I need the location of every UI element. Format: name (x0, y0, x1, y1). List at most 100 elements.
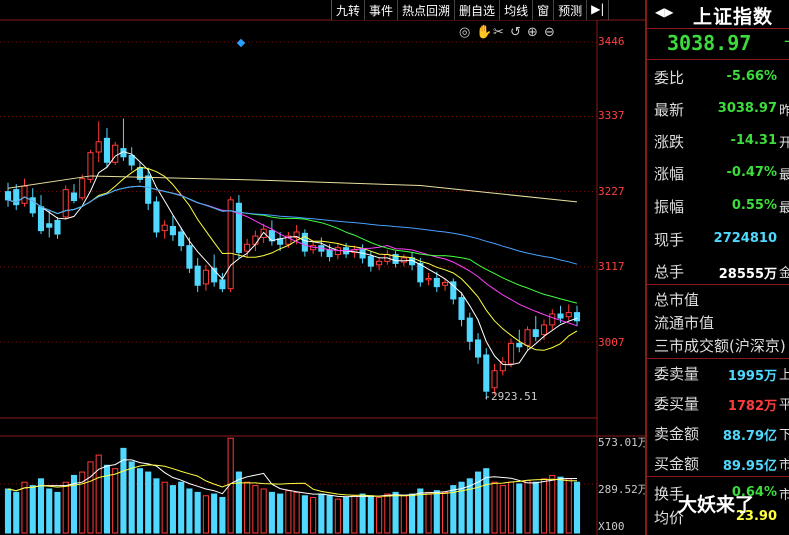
quote-cut-label: 上 (779, 368, 789, 383)
candle-body (95, 141, 102, 153)
volume-bar (573, 481, 581, 534)
quote-cut-label: 昨 (779, 104, 789, 119)
low-price-annotation: 2923.51 (491, 390, 538, 403)
candle-body (194, 265, 201, 286)
quote-label: 委买量 (654, 395, 700, 413)
candle-body (219, 279, 226, 290)
candle-body (145, 175, 152, 204)
section-divider (647, 476, 789, 477)
quote-cut-label: 最 (779, 168, 789, 183)
truncated-change: - (784, 31, 789, 50)
ma10-line (7, 166, 578, 351)
volume-bar (252, 485, 259, 534)
volume-bar (62, 481, 69, 534)
quote-row: 买金额 89.95亿市 (647, 452, 789, 474)
quote-value: -5.66% (726, 69, 778, 84)
volume-bar (285, 490, 292, 534)
volume-bar (128, 461, 135, 534)
candle-body (442, 282, 449, 286)
volume-bar (186, 488, 193, 534)
candle-body (540, 324, 548, 335)
candle-body (466, 317, 473, 342)
ma60-line (7, 185, 578, 265)
volume-bar (211, 493, 218, 534)
quote-row: 委卖量 1995万上 (647, 362, 789, 384)
quote-header: ◀▶ 上证指数 (647, 0, 789, 29)
quote-row: 委买量 1782万平 (647, 392, 789, 414)
quote-label: 总手 (654, 263, 685, 281)
candle-body (507, 342, 515, 365)
toolbar-moving-average[interactable]: 均线 (500, 0, 534, 20)
price-tick: 3007 (598, 336, 625, 349)
volume-bar (112, 468, 119, 534)
candle-body (326, 249, 333, 258)
volume-bar (87, 461, 94, 534)
zoom-in-icon: ⊕ (527, 25, 538, 40)
toolbar-events[interactable]: 事件 (365, 0, 399, 20)
quote-value: 88.79亿 (722, 429, 777, 444)
candle-body (161, 224, 168, 232)
volume-bar (169, 485, 176, 534)
quote-label: 委比 (654, 69, 685, 87)
quote-row: 总市值 (647, 288, 789, 310)
candle-body (417, 262, 424, 283)
volume-bar (293, 491, 300, 534)
candle-body (87, 152, 94, 180)
section-divider (647, 358, 789, 359)
toolbar-hotspot-replay[interactable]: 热点回溯 (398, 0, 456, 20)
volume-bar (235, 471, 242, 534)
quote-row: 流通市值 (647, 311, 789, 333)
current-price: 3038.97 (667, 31, 752, 55)
candle-body (367, 256, 374, 267)
volume-bar (540, 478, 548, 534)
refresh-icon: ↺ (510, 25, 521, 40)
candle-body (458, 297, 465, 320)
section-divider (647, 284, 789, 285)
switch-arrows-icon[interactable]: ◀▶ (655, 5, 673, 19)
candle-body (532, 329, 539, 338)
candle-body (112, 144, 119, 163)
candle-body (37, 206, 45, 232)
quote-cut-label: 最 (779, 201, 789, 216)
price-tick: 3446 (598, 35, 625, 48)
toolbar-remove-watchlist[interactable]: 删自选 (455, 0, 501, 20)
volume-bar (161, 481, 168, 534)
quote-label: 总市值 (654, 291, 700, 309)
candle-body (301, 232, 308, 252)
candle-body (70, 192, 78, 202)
candle-body (79, 178, 86, 199)
quote-cut-label: 下 (779, 428, 789, 443)
candle-body (202, 269, 209, 285)
candle-body (524, 329, 531, 346)
volume-multiplier: X100 (598, 520, 625, 533)
volume-bar (277, 493, 284, 534)
volume-bar (351, 495, 358, 534)
ma30-line (7, 185, 578, 304)
volume-bar (491, 481, 498, 534)
volume-bar (219, 496, 226, 534)
quote-row: 涨幅 -0.47% 最 (647, 162, 789, 184)
candle-body (376, 260, 383, 266)
ma20-line (7, 185, 578, 327)
toolbar-forecast[interactable]: 预测 (554, 0, 588, 20)
volume-bar (565, 478, 572, 534)
candle-body (62, 189, 69, 218)
play-icon[interactable]: ▶| (587, 0, 610, 20)
quote-row: 现手 2724810 (647, 228, 789, 250)
volume-bar (433, 490, 440, 534)
toolbar-jiuzhuan[interactable]: 九转 (332, 0, 366, 20)
price-tick: 3227 (598, 185, 625, 198)
candle-body (334, 247, 341, 256)
candle-body (474, 339, 482, 358)
kline-chart[interactable]: ◎ ✋ ✂ ↺ ⊕ ⊖ (0, 0, 645, 535)
quote-label: 流通市值 (654, 314, 715, 332)
volume-bar (29, 485, 36, 534)
candle-body (483, 354, 490, 392)
candle-body (54, 219, 61, 235)
candle-body (153, 201, 160, 233)
volume-bar (425, 491, 432, 534)
candle-body (46, 223, 53, 228)
toolbar-window[interactable]: 窗 (533, 0, 555, 20)
volume-bar (524, 480, 531, 534)
ma5-line (7, 151, 578, 366)
